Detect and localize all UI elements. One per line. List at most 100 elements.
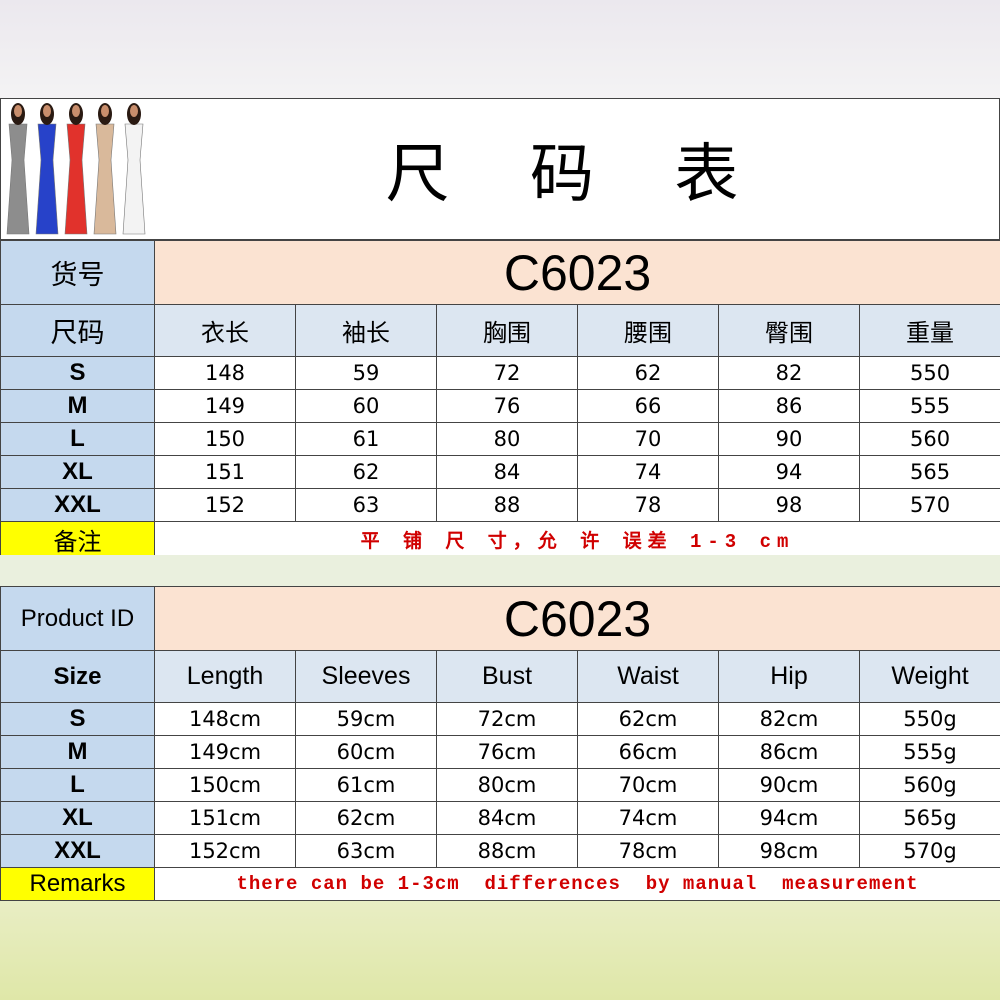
value-cell: 150cm <box>154 768 296 802</box>
header-hip: 臀围 <box>718 304 860 357</box>
value-cell: 84cm <box>436 801 578 835</box>
model-figure <box>122 103 146 235</box>
header-waist: Waist <box>577 650 719 703</box>
table-row: XXL 152cm 63cm 88cm 78cm 98cm 570g <box>0 834 1000 868</box>
value-cell: 62cm <box>577 702 719 736</box>
value-cell: 565g <box>858 801 1000 835</box>
value-cell: 550 <box>858 356 1000 390</box>
value-cell: 149cm <box>154 735 296 769</box>
value-cell: 59 <box>295 356 437 390</box>
value-cell: 63cm <box>295 834 437 868</box>
value-cell: 151cm <box>154 801 296 835</box>
value-cell: 70cm <box>577 768 719 802</box>
value-cell: 152 <box>154 488 296 522</box>
value-cell: 76cm <box>436 735 578 769</box>
value-cell: 555g <box>858 735 1000 769</box>
header-length: 衣长 <box>154 304 296 357</box>
header-length: Length <box>154 650 296 703</box>
product-id-label: Product ID <box>0 586 155 651</box>
value-cell: 82cm <box>718 702 860 736</box>
value-cell: 72cm <box>436 702 578 736</box>
value-cell: 72 <box>436 356 578 390</box>
value-cell: 560g <box>858 768 1000 802</box>
value-cell: 62cm <box>295 801 437 835</box>
size-cell: L <box>0 422 155 456</box>
table-row: XL 151 62 84 74 94 565 <box>0 455 1000 489</box>
value-cell: 78 <box>577 488 719 522</box>
size-cell: XL <box>0 801 155 835</box>
header-sleeves: 袖长 <box>295 304 437 357</box>
table-row: M 149 60 76 66 86 555 <box>0 389 1000 423</box>
value-cell: 74cm <box>577 801 719 835</box>
value-cell: 88cm <box>436 834 578 868</box>
value-cell: 66 <box>577 389 719 423</box>
size-cell: S <box>0 356 155 390</box>
value-cell: 78cm <box>577 834 719 868</box>
header-hip: Hip <box>718 650 860 703</box>
model-figure <box>6 103 30 235</box>
remarks-text: 平 铺 尺 寸，允 许 误差 1-3 cm <box>153 521 1000 558</box>
value-cell: 94 <box>718 455 860 489</box>
value-cell: 70 <box>577 422 719 456</box>
header-sleeves: Sleeves <box>295 650 437 703</box>
size-cell: XXL <box>0 834 155 868</box>
value-cell: 86 <box>718 389 860 423</box>
size-cell: XXL <box>0 488 155 522</box>
value-cell: 80cm <box>436 768 578 802</box>
table-row: M 149cm 60cm 76cm 66cm 86cm 555g <box>0 735 1000 769</box>
header-waist: 腰围 <box>577 304 719 357</box>
value-cell: 565 <box>858 455 1000 489</box>
value-cell: 148cm <box>154 702 296 736</box>
header-weight: Weight <box>858 650 1000 703</box>
model-figure <box>93 103 117 235</box>
size-cell: XL <box>0 455 155 489</box>
page-title: 尺 码 表 <box>385 138 769 212</box>
value-cell: 88 <box>436 488 578 522</box>
value-cell: 76 <box>436 389 578 423</box>
model-figure <box>35 103 59 235</box>
table-row: L 150 61 80 70 90 560 <box>0 422 1000 456</box>
table-row: L 150cm 61cm 80cm 70cm 90cm 560g <box>0 768 1000 802</box>
size-table-chinese: 货号 C6023 尺码 衣长 袖长 胸围 腰围 臀围 重量 S 148 59 7… <box>0 240 1000 558</box>
section-divider <box>0 555 1000 586</box>
value-cell: 555 <box>858 389 1000 423</box>
size-column-label: 尺码 <box>0 304 155 357</box>
size-cell: S <box>0 702 155 736</box>
table-row: XL 151cm 62cm 84cm 74cm 94cm 565g <box>0 801 1000 835</box>
size-column-label: Size <box>0 650 155 703</box>
remarks-text: there can be 1-3cm differences by manual… <box>153 867 1000 901</box>
size-cell: M <box>0 389 155 423</box>
value-cell: 560 <box>858 422 1000 456</box>
header-bust: Bust <box>436 650 578 703</box>
value-cell: 66cm <box>577 735 719 769</box>
value-cell: 98cm <box>718 834 860 868</box>
value-cell: 61 <box>295 422 437 456</box>
size-table-english: Product ID C6023 Size Length Sleeves Bus… <box>0 586 1000 901</box>
value-cell: 149 <box>154 389 296 423</box>
value-cell: 98 <box>718 488 860 522</box>
value-cell: 62 <box>295 455 437 489</box>
value-cell: 550g <box>858 702 1000 736</box>
model-figure <box>64 103 88 235</box>
value-cell: 60cm <box>295 735 437 769</box>
product-id-value: C6023 <box>153 240 1000 305</box>
value-cell: 150 <box>154 422 296 456</box>
value-cell: 152cm <box>154 834 296 868</box>
value-cell: 59cm <box>295 702 437 736</box>
value-cell: 84 <box>436 455 578 489</box>
remarks-label: 备注 <box>0 521 155 558</box>
value-cell: 82 <box>718 356 860 390</box>
remarks-label: Remarks <box>0 867 155 901</box>
header-weight: 重量 <box>858 304 1000 357</box>
value-cell: 80 <box>436 422 578 456</box>
size-cell: M <box>0 735 155 769</box>
value-cell: 570 <box>858 488 1000 522</box>
product-id-value: C6023 <box>153 586 1000 651</box>
product-id-label: 货号 <box>0 240 155 305</box>
value-cell: 60 <box>295 389 437 423</box>
value-cell: 570g <box>858 834 1000 868</box>
value-cell: 90 <box>718 422 860 456</box>
value-cell: 63 <box>295 488 437 522</box>
value-cell: 74 <box>577 455 719 489</box>
value-cell: 148 <box>154 356 296 390</box>
